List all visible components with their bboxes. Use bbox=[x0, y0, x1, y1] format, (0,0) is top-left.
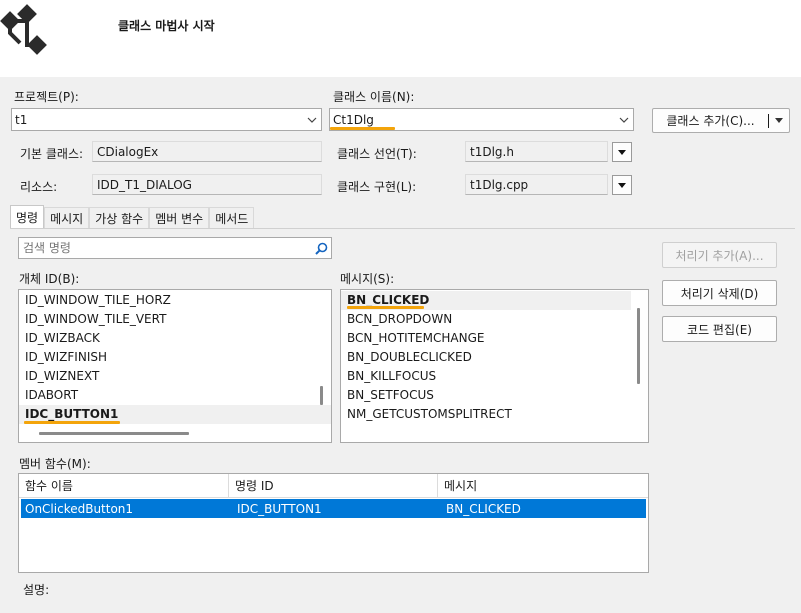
chevron-down-icon bbox=[303, 109, 321, 130]
list-item[interactable]: BN_SETFOCUS bbox=[341, 386, 648, 405]
base-class-field: CDialogEx bbox=[92, 141, 322, 162]
table-row[interactable]: OnClickedButton1 IDC_BUTTON1 BN_CLICKED bbox=[21, 499, 646, 518]
class-implementation-dropdown[interactable] bbox=[612, 175, 632, 195]
list-item[interactable]: IDABORT bbox=[19, 386, 331, 405]
add-class-button-label: 클래스 추가(C)... bbox=[653, 113, 769, 128]
description-label: 설명: bbox=[23, 583, 50, 597]
list-item[interactable]: ID_WINDOW_TILE_VERT bbox=[19, 310, 331, 329]
class-implementation-label: 클래스 구현(L): bbox=[337, 180, 417, 194]
tab-methods[interactable]: 메서드 bbox=[209, 207, 255, 228]
class-name-label: 클래스 이름(N): bbox=[333, 90, 415, 104]
column-header-function-name[interactable]: 함수 이름 bbox=[19, 474, 229, 497]
tab-commands[interactable]: 명령 bbox=[10, 205, 45, 228]
cell-message: BN_CLICKED bbox=[446, 501, 521, 516]
list-item[interactable]: NM_GETCUSTOMSPLITRECT bbox=[341, 405, 648, 424]
object-ids-list[interactable]: ID_WINDOW_TILE_HORZ ID_WINDOW_TILE_VERT … bbox=[18, 289, 332, 443]
list-item[interactable]: BCN_HOTITEMCHANGE bbox=[341, 329, 648, 348]
messages-vscrollbar[interactable] bbox=[637, 308, 640, 384]
object-ids-label: 개체 ID(B): bbox=[19, 272, 80, 286]
class-implementation-field: t1Dlg.cpp bbox=[465, 174, 608, 195]
search-input[interactable] bbox=[23, 241, 311, 255]
class-declaration-field: t1Dlg.h bbox=[465, 141, 608, 162]
project-label: 프로젝트(P): bbox=[14, 90, 79, 104]
chevron-down-icon bbox=[615, 109, 633, 130]
class-name-highlight bbox=[330, 127, 395, 130]
grid-header: 함수 이름 명령 ID 메시지 bbox=[19, 474, 648, 498]
tab-panel-border bbox=[10, 228, 795, 229]
edit-code-button[interactable]: 코드 편집(E) bbox=[662, 316, 777, 342]
page-title: 클래스 마법사 시작 bbox=[118, 19, 215, 33]
member-functions-grid[interactable]: 함수 이름 명령 ID 메시지 OnClickedButton1 IDC_BUT… bbox=[18, 473, 649, 573]
messages-list[interactable]: BN_CLICKED BCN_DROPDOWN BCN_HOTITEMCHANG… bbox=[340, 289, 649, 443]
list-item[interactable]: ID_WIZBACK bbox=[19, 329, 331, 348]
resource-field: IDD_T1_DIALOG bbox=[92, 174, 322, 195]
search-box[interactable] bbox=[18, 237, 332, 259]
list-item[interactable]: BN_KILLFOCUS bbox=[341, 367, 648, 386]
column-header-message[interactable]: 메시지 bbox=[438, 474, 648, 497]
tab-virtual-functions[interactable]: 가상 함수 bbox=[89, 207, 150, 228]
class-declaration-dropdown[interactable] bbox=[612, 142, 632, 162]
member-functions-label: 멤버 함수(M): bbox=[19, 457, 91, 471]
dropdown-arrow-icon[interactable] bbox=[769, 118, 789, 123]
messages-label: 메시지(S): bbox=[340, 272, 395, 286]
message-highlight bbox=[347, 306, 424, 309]
list-item[interactable]: ID_WIZNEXT bbox=[19, 367, 331, 386]
class-declaration-label: 클래스 선언(T): bbox=[337, 147, 417, 161]
dropdown-arrow-icon bbox=[618, 182, 626, 188]
tab-strip: 명령 메시지 가상 함수 멤버 변수 메서드 bbox=[10, 205, 255, 228]
tab-member-variables[interactable]: 멤버 변수 bbox=[149, 207, 210, 228]
add-handler-button[interactable]: 처리기 추가(A)... bbox=[662, 242, 777, 268]
cell-command-id: IDC_BUTTON1 bbox=[237, 501, 322, 516]
class-wizard-logo-icon bbox=[0, 4, 47, 55]
cell-function-name: OnClickedButton1 bbox=[25, 501, 134, 516]
resource-label: 리소스: bbox=[20, 180, 58, 194]
delete-handler-button[interactable]: 처리기 삭제(D) bbox=[662, 280, 777, 306]
list-item[interactable]: BCN_DROPDOWN bbox=[341, 310, 648, 329]
class-name-value: Ct1Dlg bbox=[333, 112, 374, 127]
column-header-command-id[interactable]: 명령 ID bbox=[229, 474, 438, 497]
add-class-button[interactable]: 클래스 추가(C)... bbox=[652, 108, 790, 133]
header-banner bbox=[0, 0, 801, 77]
search-icon[interactable] bbox=[311, 242, 331, 255]
base-class-label: 기본 클래스: bbox=[20, 147, 84, 161]
list-item[interactable]: BN_DOUBLECLICKED bbox=[341, 348, 648, 367]
object-ids-vscrollbar[interactable] bbox=[320, 386, 323, 405]
project-combo[interactable]: t1 bbox=[11, 108, 322, 131]
list-item[interactable]: ID_WIZFINISH bbox=[19, 348, 331, 367]
object-id-highlight bbox=[24, 421, 120, 424]
list-item[interactable]: ID_WINDOW_TILE_HORZ bbox=[19, 291, 331, 310]
dropdown-arrow-icon bbox=[618, 149, 626, 155]
project-value: t1 bbox=[15, 112, 28, 127]
object-ids-hscrollbar[interactable] bbox=[39, 432, 189, 435]
tab-messages[interactable]: 메시지 bbox=[44, 207, 90, 228]
